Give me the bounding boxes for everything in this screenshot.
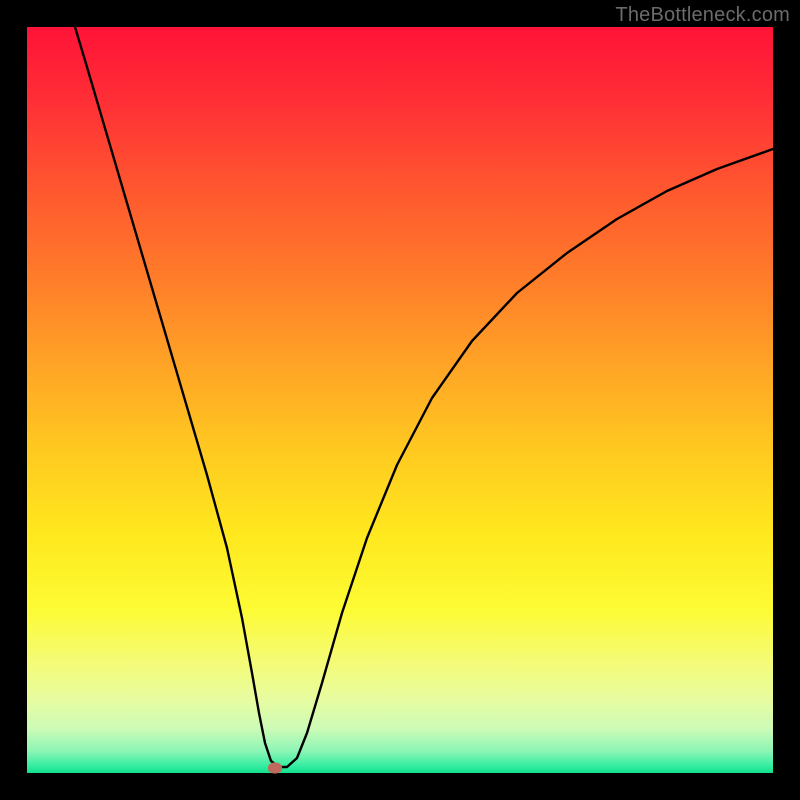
plot-area (27, 27, 773, 773)
bottleneck-curve (27, 27, 773, 773)
chart-frame: TheBottleneck.com (0, 0, 800, 800)
watermark-text: TheBottleneck.com (615, 4, 790, 27)
optimum-point-marker (268, 763, 282, 774)
